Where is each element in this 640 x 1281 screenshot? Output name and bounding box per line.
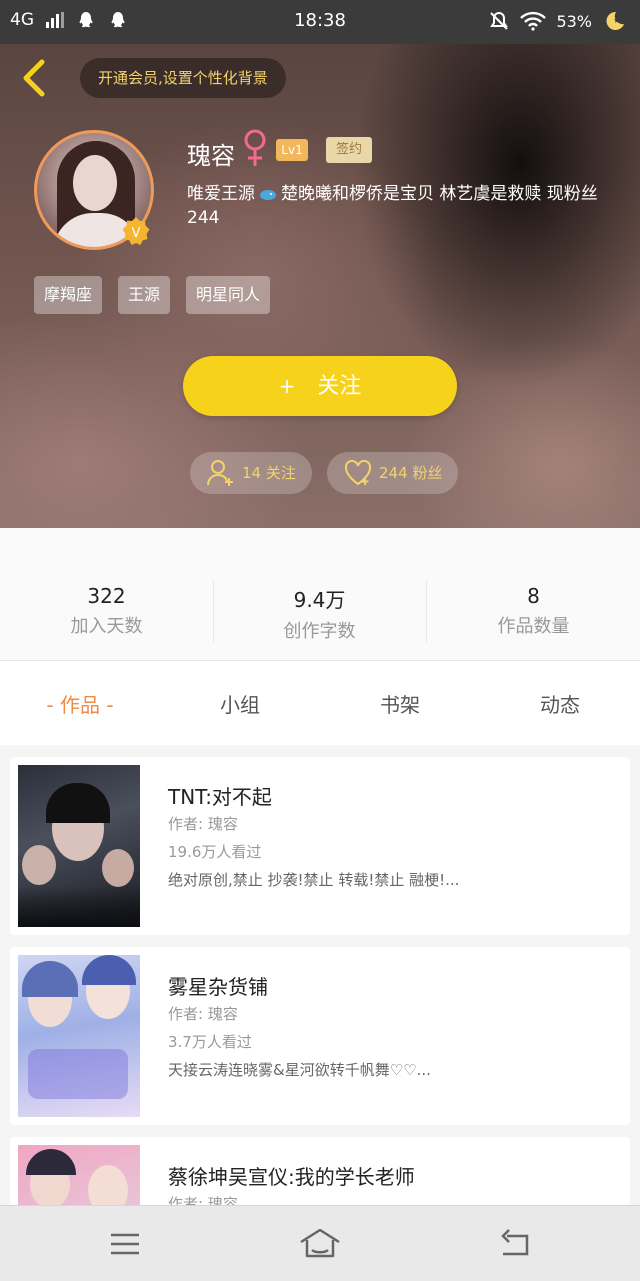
follow-label: 关注 [317,374,362,399]
work-author: 作者: 瑰容 [168,1005,238,1023]
stat-value: 9.4万 [293,588,346,612]
stat-join-days: 322 加入天数 [0,584,213,638]
stat-value: 322 [87,584,126,608]
back-icon[interactable] [16,58,52,98]
tab-works[interactable]: - 作品 - [0,689,160,718]
night-mode-icon [606,11,624,30]
bio-text: 唯爱王源 楚晚曦和椤侨是宝贝 林艺虞是救赎 现粉丝244 [187,182,627,230]
work-description: 绝对原创,禁止 抄袭!禁止 转载!禁止 融梗!... [168,871,460,889]
system-nav-bar [0,1205,640,1281]
stat-value: 8 [527,584,540,608]
wifi-icon [520,11,547,31]
tab-bookshelf[interactable]: 书架 [320,689,480,718]
bio-part-1: 唯爱王源 [187,184,255,204]
stat-label: 加入天数 [70,616,143,637]
user-name: 瑰容 [187,142,235,170]
svg-text:V: V [132,226,141,241]
book-cover [18,765,140,927]
book-cover [18,955,140,1117]
tag-item[interactable]: 摩羯座 [34,276,103,314]
stat-work-count: 8 作品数量 [427,584,640,638]
stats-bar: 322 加入天数 9.4万 创作字数 8 作品数量 [0,528,640,661]
follow-button[interactable]: + 关注 [183,356,457,416]
tag-item[interactable]: 王源 [118,276,171,314]
following-count-button[interactable]: 14 关注 [190,452,312,494]
battery-label: 53% [556,11,592,31]
mute-bell-icon [490,11,509,30]
tab-bar: - 作品 - 小组 书架 动态 [0,661,640,745]
v-badge-icon: V [122,217,150,245]
heart-icon [344,459,372,486]
work-author: 作者: 瑰容 [168,1195,238,1205]
work-title: TNT:对不起 [168,785,272,809]
work-description: 天接云涛连晓雾&星河欲转千帆舞♡♡... [168,1061,431,1079]
add-user-icon [207,460,233,486]
work-author: 作者: 瑰容 [168,815,238,833]
tab-activity[interactable]: 动态 [480,689,640,718]
book-cover [18,1145,140,1205]
return-icon[interactable] [495,1224,535,1264]
vip-background-button[interactable]: 开通会员,设置个性化背景 [80,58,286,98]
work-card[interactable]: 蔡徐坤吴宣仪:我的学长老师 作者: 瑰容 [10,1137,630,1205]
works-list: TNT:对不起 作者: 瑰容 19.6万人看过 绝对原创,禁止 抄袭!禁止 转载… [0,745,640,1205]
work-title: 蔡徐坤吴宣仪:我的学长老师 [168,1165,415,1189]
stat-label: 作品数量 [497,616,570,637]
work-card[interactable]: TNT:对不起 作者: 瑰容 19.6万人看过 绝对原创,禁止 抄袭!禁止 转载… [10,757,630,935]
stat-label: 创作字数 [283,621,356,642]
stat-word-count: 9.4万 创作字数 [213,584,426,643]
fans-count: 244 粉丝 [379,464,443,482]
plus-icon: + [278,374,296,398]
status-bar: 4G 18:38 53% [0,0,640,44]
whale-icon [260,190,276,200]
tab-groups[interactable]: 小组 [160,689,320,718]
home-icon[interactable] [298,1224,342,1264]
tag-item[interactable]: 明星同人 [186,276,271,314]
tag-list: 摩羯座 王源 明星同人 [34,276,271,314]
work-title: 雾星杂货铺 [168,975,268,999]
signed-badge: 签约 [326,137,372,163]
fans-count-button[interactable]: 244 粉丝 [327,452,459,494]
work-views: 3.7万人看过 [168,1033,252,1051]
work-views: 19.6万人看过 [168,843,262,861]
work-card[interactable]: 雾星杂货铺 作者: 瑰容 3.7万人看过 天接云涛连晓雾&星河欲转千帆舞♡♡..… [10,947,630,1125]
female-icon [244,129,266,166]
level-badge: Lv1 [276,139,308,161]
menu-icon[interactable] [105,1224,145,1264]
following-count: 14 关注 [242,464,296,482]
